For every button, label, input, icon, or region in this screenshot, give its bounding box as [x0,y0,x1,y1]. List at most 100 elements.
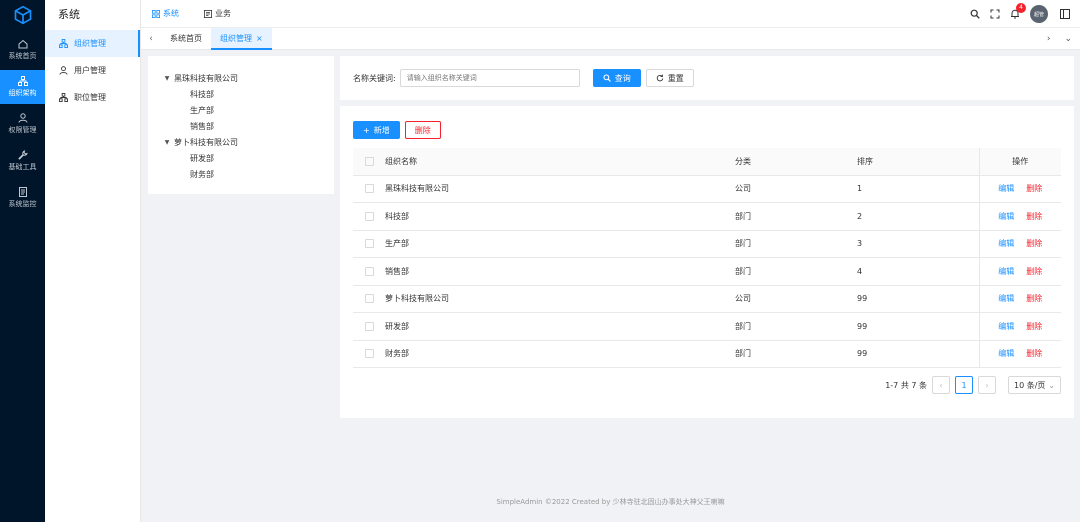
cell-name: 萝卜科技有限公司 [385,285,735,313]
row-checkbox[interactable] [364,294,374,304]
edit-link[interactable]: 编辑 [998,294,1014,303]
nav-business[interactable]: 业务 [204,8,231,19]
table-row: 财务部 部门 99 编辑 删除 [353,340,1061,368]
add-label: 新增 [373,125,390,135]
edit-link[interactable]: 编辑 [998,322,1014,331]
rail-item-3[interactable]: 基础工具 [0,144,45,178]
cell-name: 研发部 [385,312,735,341]
grid-icon [152,9,160,18]
delete-link[interactable]: 删除 [1026,184,1042,193]
app-logo[interactable] [0,0,45,30]
row-select-cell [353,175,385,203]
rail-item-4[interactable]: 系统监控 [0,181,45,215]
rail-item-label: 系统首页 [8,52,37,60]
table-row: 萝卜科技有限公司 公司 99 编辑 删除 [353,285,1061,313]
select-all-checkbox[interactable] [364,156,374,166]
tab-close-icon[interactable]: × [256,34,263,43]
row-checkbox[interactable] [364,184,374,194]
delete-link[interactable]: 删除 [1026,212,1042,221]
row-checkbox[interactable] [364,239,374,249]
sidebar-item-positions[interactable]: 职位管理 [45,84,140,111]
tree-node[interactable]: 科技部 [148,86,334,102]
cell-sort: 99 [857,285,979,313]
caret-down-icon[interactable]: ▼ [162,139,172,146]
sidebar-item-users[interactable]: 用户管理 [45,57,140,84]
row-select-cell [353,257,385,286]
edit-link[interactable]: 编辑 [998,212,1014,221]
page-size-select[interactable]: 10 条/页 ⌄ [1008,376,1061,394]
row-checkbox[interactable] [364,349,374,359]
row-checkbox[interactable] [364,266,374,276]
cell-type: 公司 [735,175,857,203]
cell-name: 科技部 [385,202,735,231]
tabs-scroll-left-icon[interactable]: ‹ [141,34,161,44]
reset-button[interactable]: 重置 [645,69,694,87]
delete-link[interactable]: 删除 [1026,267,1042,276]
delete-button[interactable]: 删除 [404,121,441,139]
caret-down-icon[interactable]: ▼ [162,75,172,82]
org-icon [59,39,68,48]
home-icon [18,39,27,49]
nav-system[interactable]: 系统 [152,8,179,19]
rail-item-label: 系统监控 [8,200,37,208]
tab-home[interactable]: 系统首页 [161,28,211,50]
edit-link[interactable]: 编辑 [998,184,1014,193]
layout-toggle-icon[interactable] [1060,9,1070,19]
sub-sidebar: 系统 组织管理 用户管理 职位管理 [45,0,141,522]
fullscreen-icon[interactable] [990,9,1000,19]
tree-node[interactable]: ▼ 萝卜科技有限公司 [148,134,334,150]
cell-actions: 编辑 删除 [978,175,1061,203]
prev-page-button[interactable]: ‹ [932,376,950,394]
query-button[interactable]: 查询 [592,69,641,87]
footer: SimpleAdmin ©2022 Created by 少林寺驻北固山办事处大… [496,498,725,506]
main-rail: 系统首页组织架构 权限管理 基础工具系统监控 [0,0,45,522]
tree-node[interactable]: ▼ 黑珠科技有限公司 [148,70,334,86]
notification-bell[interactable]: 4 [1010,3,1026,19]
edit-link[interactable]: 编辑 [998,267,1014,276]
cell-sort: 4 [857,257,979,286]
add-button[interactable]: + 新增 [353,121,400,139]
tabs-scroll-right-icon[interactable]: › [1047,34,1051,44]
keyword-input[interactable] [399,69,580,87]
delete-label: 删除 [414,125,431,135]
cell-actions: 编辑 删除 [978,340,1061,368]
tab-label: 组织管理 [220,33,252,43]
sidebar-item-org[interactable]: 组织管理 [45,30,140,57]
avatar[interactable]: 超管 [1030,5,1048,23]
tree-node-label: 财务部 [190,169,214,179]
tabs-controls: › ⌄ [1033,28,1072,50]
tree-node[interactable]: 生产部 [148,102,334,118]
search-icon[interactable] [970,9,980,19]
org-table: 组织名称 分类 排序 操作 黑珠科技有限公司 公司 1 编辑 删除 科技部 部门 2 编辑 删除生… [353,148,1061,368]
next-page-button[interactable]: › [978,376,996,394]
tree-node-label: 萝卜科技有限公司 [174,137,238,147]
tree-node-label: 黑珠科技有限公司 [174,73,238,83]
rail-item-2[interactable]: 权限管理 [0,107,45,141]
pagination: 1-7 共 7 条 ‹ 1 › 10 条/页 ⌄ [885,376,1061,394]
reset-label: 重置 [667,73,684,83]
delete-link[interactable]: 删除 [1026,322,1042,331]
tree-node[interactable]: 销售部 [148,118,334,134]
tree-node[interactable]: 财务部 [148,166,334,182]
tree-node[interactable]: 研发部 [148,150,334,166]
cell-sort: 1 [857,175,979,203]
cell-actions: 编辑 删除 [978,230,1061,258]
row-checkbox[interactable] [364,321,374,331]
cell-type: 部门 [735,230,857,258]
tab-org-management[interactable]: 组织管理 × [211,27,272,50]
edit-link[interactable]: 编辑 [998,239,1014,248]
tree-node-label: 研发部 [190,153,214,163]
delete-link[interactable]: 删除 [1026,239,1042,248]
cell-type: 公司 [735,285,857,313]
tabs-dropdown-icon[interactable]: ⌄ [1064,34,1072,44]
query-label: 查询 [614,73,631,83]
page-1-button[interactable]: 1 [955,376,973,394]
table-header-row: 组织名称 分类 排序 操作 [353,148,1061,176]
delete-link[interactable]: 删除 [1026,349,1042,358]
row-checkbox[interactable] [364,211,374,221]
rail-item-1[interactable]: 组织架构 [0,70,45,104]
cell-name: 销售部 [385,257,735,286]
edit-link[interactable]: 编辑 [998,349,1014,358]
rail-item-0[interactable]: 系统首页 [0,33,45,67]
delete-link[interactable]: 删除 [1026,294,1042,303]
